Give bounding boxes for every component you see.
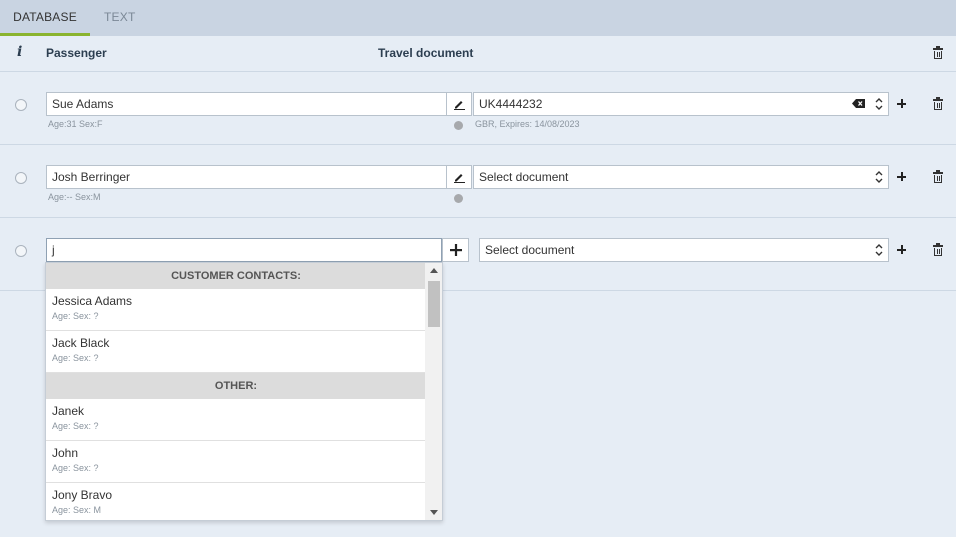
info-icon[interactable]: i — [17, 44, 22, 60]
suggestion-details: Age: Sex: ? — [52, 421, 99, 431]
edit-passenger-button[interactable] — [446, 92, 472, 116]
delete-row-icon[interactable] — [933, 170, 943, 183]
suggestion-name: Jessica Adams — [52, 294, 133, 308]
tab-bar: DATABASE TEXT — [0, 0, 956, 36]
dropdown-scrollbar[interactable] — [425, 263, 442, 520]
passenger-row: Sue Adams Age:31 Sex:F UK4444232 GBR, Ex… — [0, 72, 956, 145]
delete-row-icon[interactable] — [933, 243, 943, 256]
select-arrows-icon[interactable] — [875, 170, 883, 184]
suggestion-name: Jack Black — [52, 336, 110, 350]
row-select-radio[interactable] — [15, 245, 27, 257]
suggestion-name: Jony Bravo — [52, 488, 113, 502]
passenger-suggestions-dropdown: CUSTOMER CONTACTS: Jessica Adams Age: Se… — [45, 262, 443, 521]
passenger-search-input[interactable]: j — [46, 238, 442, 262]
plus-icon — [449, 244, 462, 256]
passenger-column-header: Passenger — [46, 46, 107, 60]
status-dot — [454, 194, 463, 203]
passenger-name-input[interactable]: Sue Adams — [46, 92, 447, 116]
travel-document-select[interactable]: UK4444232 — [473, 92, 889, 116]
document-details: GBR, Expires: 14/08/2023 — [475, 119, 580, 129]
group-header: OTHER: — [46, 373, 426, 399]
select-arrows-icon[interactable] — [875, 97, 883, 111]
suggestion-details: Age: Sex: ? — [52, 463, 99, 473]
suggestion-item[interactable]: Jack Black Age: Sex: ? — [46, 331, 426, 373]
suggestion-details: Age: Sex: ? — [52, 353, 99, 363]
scroll-thumb[interactable] — [428, 281, 440, 327]
suggestion-name: Janek — [52, 404, 85, 418]
travel-document-select[interactable]: Select document — [479, 238, 889, 262]
scroll-up-arrow-icon[interactable] — [430, 268, 438, 273]
suggestion-item[interactable]: Janek Age: Sex: ? — [46, 399, 426, 441]
status-dot — [454, 121, 463, 130]
add-document-button[interactable] — [895, 170, 909, 184]
add-passenger-button[interactable] — [442, 238, 469, 262]
table-header: i Passenger Travel document — [0, 36, 956, 72]
suggestion-details: Age: Sex: M — [52, 505, 102, 515]
travel-document-column-header: Travel document — [378, 46, 474, 60]
passenger-name-input[interactable]: Josh Berringer — [46, 165, 447, 189]
row-select-radio[interactable] — [15, 172, 27, 184]
tab-database[interactable]: DATABASE — [0, 0, 90, 36]
delete-row-icon[interactable] — [933, 97, 943, 110]
suggestion-name: John — [52, 446, 79, 460]
pencil-icon — [454, 101, 465, 110]
row-select-radio[interactable] — [15, 99, 27, 111]
delete-all-icon[interactable] — [933, 46, 943, 59]
clear-icon[interactable] — [852, 99, 865, 108]
edit-passenger-button[interactable] — [446, 165, 472, 189]
add-document-button[interactable] — [895, 243, 909, 257]
passenger-row: Josh Berringer Age:-- Sex:M Select docum… — [0, 145, 956, 218]
suggestion-item[interactable]: Jony Bravo Age: Sex: M — [46, 483, 426, 520]
suggestion-item[interactable]: Jessica Adams Age: Sex: ? — [46, 289, 426, 331]
suggestion-item[interactable]: John Age: Sex: ? — [46, 441, 426, 483]
add-document-button[interactable] — [895, 97, 909, 111]
select-arrows-icon[interactable] — [875, 243, 883, 257]
pencil-icon — [454, 174, 465, 183]
travel-document-select[interactable]: Select document — [473, 165, 889, 189]
scroll-down-arrow-icon[interactable] — [430, 510, 438, 515]
group-header: CUSTOMER CONTACTS: — [46, 263, 426, 289]
tab-text[interactable]: TEXT — [104, 0, 135, 36]
suggestion-details: Age: Sex: ? — [52, 311, 99, 321]
passenger-details: Age:31 Sex:F — [48, 119, 103, 129]
passenger-details: Age:-- Sex:M — [48, 192, 101, 202]
